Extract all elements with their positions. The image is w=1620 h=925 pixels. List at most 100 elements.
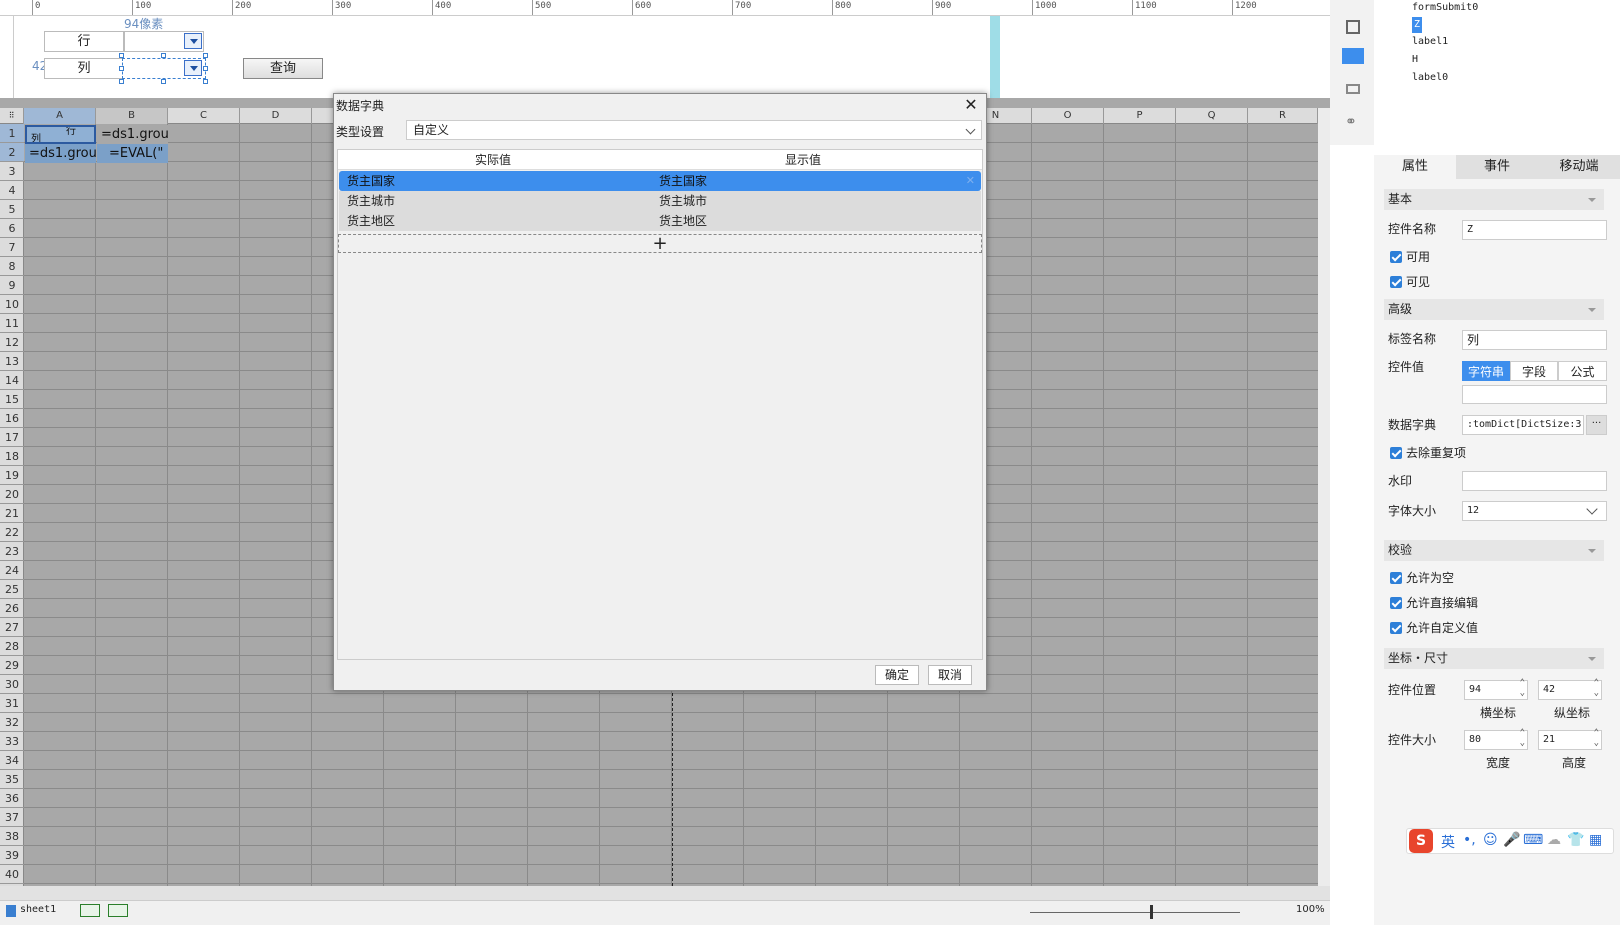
- mic-icon[interactable]: 🎤: [1503, 832, 1520, 848]
- row-header[interactable]: 3: [0, 162, 24, 181]
- height-input[interactable]: 21: [1538, 728, 1602, 750]
- col-label-widget[interactable]: 列: [44, 58, 124, 79]
- layout-icon[interactable]: [1346, 84, 1360, 94]
- lang-icon[interactable]: 英: [1441, 832, 1455, 852]
- resize-handle[interactable]: [203, 66, 208, 71]
- row-header[interactable]: 7: [0, 238, 24, 257]
- row-header[interactable]: 1: [0, 124, 24, 143]
- row-header[interactable]: 12: [0, 333, 24, 352]
- row-header[interactable]: 33: [0, 732, 24, 751]
- row-header[interactable]: 9: [0, 276, 24, 295]
- tab-properties[interactable]: 属性: [1374, 155, 1456, 179]
- actual-cell[interactable]: 货主国家: [347, 171, 395, 191]
- row-header[interactable]: 34: [0, 751, 24, 770]
- row-header[interactable]: 24: [0, 561, 24, 580]
- row-header[interactable]: 32: [0, 713, 24, 732]
- display-cell[interactable]: 货主地区: [659, 211, 707, 231]
- column-header[interactable]: A: [24, 108, 96, 124]
- row-header[interactable]: 30: [0, 675, 24, 694]
- enabled-checkbox[interactable]: [1390, 251, 1402, 263]
- resize-handle[interactable]: [161, 53, 166, 58]
- column-header[interactable]: O: [1032, 108, 1104, 124]
- section-basic[interactable]: 基本: [1384, 189, 1604, 210]
- row-header[interactable]: 5: [0, 200, 24, 219]
- link-icon[interactable]: ⚭: [1345, 114, 1357, 130]
- font-size-select[interactable]: 12: [1462, 501, 1607, 521]
- add-row-button[interactable]: +: [338, 234, 982, 253]
- user-icon[interactable]: ☁: [1547, 832, 1561, 848]
- punct-icon[interactable]: •,: [1463, 832, 1476, 848]
- vertical-scrollbar[interactable]: [1318, 108, 1330, 886]
- cell-b1[interactable]: =ds1.grou: [97, 125, 168, 144]
- row-header[interactable]: 26: [0, 599, 24, 618]
- zoom-slider[interactable]: [1030, 912, 1240, 913]
- frame-icon[interactable]: [1346, 20, 1360, 34]
- allow-empty-checkbox[interactable]: [1390, 572, 1402, 584]
- tab-events[interactable]: 事件: [1456, 155, 1538, 179]
- row-header[interactable]: 40: [0, 865, 24, 884]
- sheet-tab[interactable]: sheet1: [20, 904, 56, 915]
- section-validate[interactable]: 校验: [1384, 540, 1604, 561]
- widget-name-input[interactable]: Z: [1462, 220, 1607, 240]
- add-sheet-icon[interactable]: [80, 904, 100, 917]
- zoom-slider-handle[interactable]: [1150, 905, 1153, 919]
- row-header[interactable]: 18: [0, 447, 24, 466]
- data-dict-input[interactable]: :tomDict[DictSize:3]: [1462, 415, 1584, 435]
- resize-handle[interactable]: [161, 79, 166, 84]
- row-header[interactable]: 25: [0, 580, 24, 599]
- select-all-corner[interactable]: ⠿: [0, 108, 24, 124]
- column-header[interactable]: P: [1104, 108, 1176, 124]
- column-header[interactable]: R: [1248, 108, 1318, 124]
- row-header[interactable]: 6: [0, 219, 24, 238]
- resize-handle[interactable]: [119, 53, 124, 58]
- row-header[interactable]: 4: [0, 181, 24, 200]
- column-header[interactable]: C: [168, 108, 240, 124]
- close-icon[interactable]: ✕: [962, 96, 980, 114]
- tab-mobile[interactable]: 移动端: [1538, 155, 1620, 179]
- row-label-widget[interactable]: 行: [44, 31, 124, 52]
- pos-y-input[interactable]: 42: [1538, 678, 1602, 700]
- cell-b2[interactable]: =EVAL(": [97, 144, 168, 163]
- tree-item-formsubmit[interactable]: formSubmit0: [1412, 0, 1478, 16]
- column-header[interactable]: D: [240, 108, 312, 124]
- row-header[interactable]: 16: [0, 409, 24, 428]
- resize-handle[interactable]: [203, 79, 208, 84]
- row-header[interactable]: 14: [0, 371, 24, 390]
- ok-button[interactable]: 确定: [875, 665, 919, 685]
- actual-cell[interactable]: 货主地区: [347, 211, 395, 231]
- table-row[interactable]: 货主国家 货主国家 ✕: [339, 171, 981, 191]
- column-header[interactable]: B: [96, 108, 168, 124]
- section-coords[interactable]: 坐标・尺寸: [1384, 648, 1604, 669]
- dropdown-arrow-icon[interactable]: [184, 33, 202, 49]
- data-dict-edit-button[interactable]: ···: [1586, 415, 1607, 435]
- row-header[interactable]: 36: [0, 789, 24, 808]
- label-name-input[interactable]: 列: [1462, 330, 1607, 350]
- table-row[interactable]: 货主城市 货主城市: [339, 191, 981, 211]
- row-header[interactable]: 21: [0, 504, 24, 523]
- display-cell[interactable]: 货主城市: [659, 191, 707, 211]
- row-header[interactable]: 8: [0, 257, 24, 276]
- query-button[interactable]: 查询: [243, 58, 323, 79]
- horizontal-scrollbar[interactable]: [0, 886, 1330, 900]
- delete-row-icon[interactable]: ✕: [966, 171, 975, 191]
- skin-icon[interactable]: 👕: [1567, 832, 1584, 848]
- row-header[interactable]: 35: [0, 770, 24, 789]
- value-mode-formula[interactable]: 公式: [1558, 361, 1607, 381]
- row-header[interactable]: 20: [0, 485, 24, 504]
- row-header[interactable]: 13: [0, 352, 24, 371]
- row-header[interactable]: 31: [0, 694, 24, 713]
- emoji-icon[interactable]: ☺: [1483, 832, 1498, 848]
- visible-checkbox[interactable]: [1390, 276, 1402, 288]
- row-header[interactable]: 27: [0, 618, 24, 637]
- column-header[interactable]: Q: [1176, 108, 1248, 124]
- value-mode-string[interactable]: 字符串: [1462, 361, 1510, 381]
- widget-value-input[interactable]: [1462, 385, 1607, 404]
- allow-custom-checkbox[interactable]: [1390, 622, 1402, 634]
- watermark-input[interactable]: [1462, 471, 1607, 491]
- resize-handle[interactable]: [119, 66, 124, 71]
- cell-a2[interactable]: =ds1.grou: [25, 144, 96, 163]
- row-header[interactable]: 38: [0, 827, 24, 846]
- remove-dup-checkbox[interactable]: [1390, 447, 1402, 459]
- row-header[interactable]: 39: [0, 846, 24, 865]
- widget-icon[interactable]: [1342, 48, 1364, 64]
